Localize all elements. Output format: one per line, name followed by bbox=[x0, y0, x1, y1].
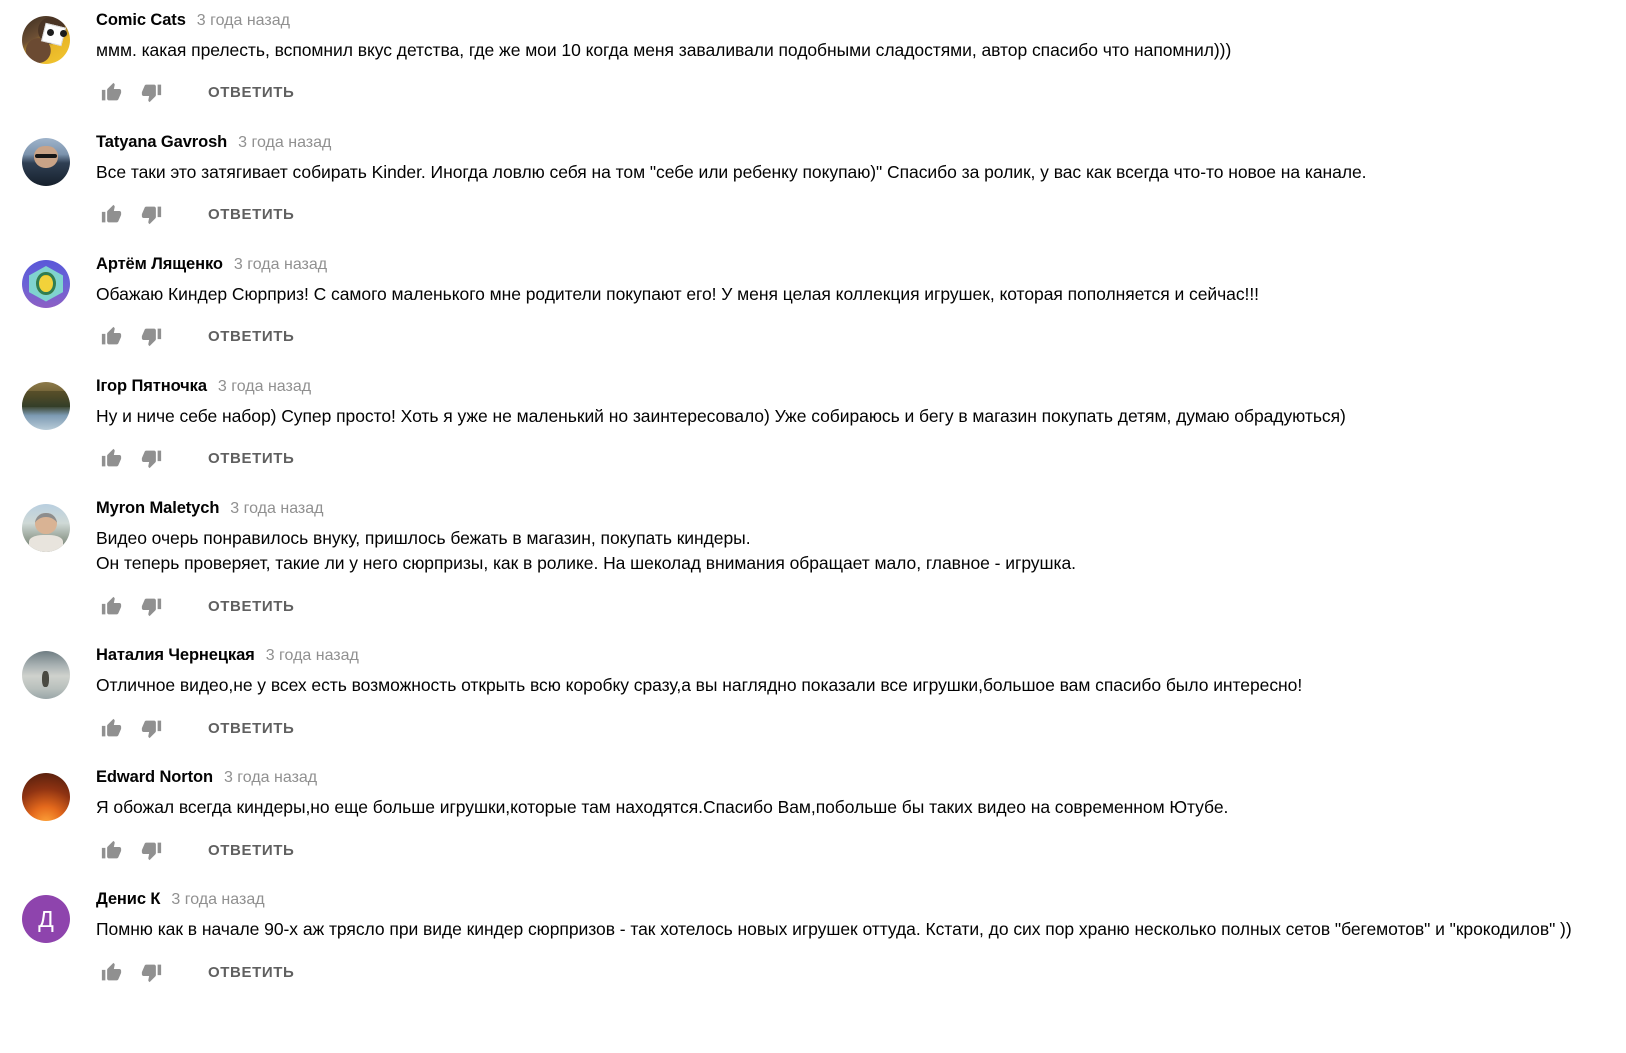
reply-button[interactable]: ОТВЕТИТЬ bbox=[208, 843, 294, 858]
comment-body: Myron Maletych 3 года назад Видео очерь … bbox=[96, 496, 1626, 644]
thumbs-up-icon[interactable] bbox=[96, 322, 126, 352]
avatar[interactable] bbox=[22, 773, 70, 822]
comment-timestamp[interactable]: 3 года назад bbox=[230, 500, 323, 517]
thumbs-up-icon[interactable] bbox=[96, 200, 126, 230]
comment-body: Артём Лященко 3 года назад Обажаю Киндер… bbox=[96, 252, 1626, 374]
comment-body: Edward Norton 3 года назад Я обожал всег… bbox=[96, 765, 1626, 887]
thumbs-up-icon[interactable] bbox=[96, 957, 126, 987]
avatar[interactable] bbox=[22, 651, 70, 700]
comment-text: Обажаю Киндер Сюрприз! С самого маленько… bbox=[96, 283, 1259, 304]
comment-text: Отличное видео,не у всех есть возможност… bbox=[96, 675, 1303, 696]
reply-button[interactable]: ОТВЕТИТЬ bbox=[208, 329, 294, 344]
comment-header: Edward Norton 3 года назад bbox=[96, 769, 1626, 786]
comment-timestamp[interactable]: 3 года назад bbox=[197, 13, 290, 29]
comment-text: Помню как в начале 90-х аж трясло при ви… bbox=[96, 919, 1572, 940]
avatar[interactable] bbox=[22, 381, 70, 430]
reply-button[interactable]: ОТВЕТИТЬ bbox=[208, 599, 294, 614]
thumbs-down-icon[interactable] bbox=[136, 200, 166, 230]
comment-header: Comic Cats 3 года назад bbox=[96, 12, 1626, 29]
thumbs-down-icon[interactable] bbox=[136, 835, 166, 865]
comment-actions: ОТВЕТИТЬ bbox=[96, 200, 1626, 230]
comment-author[interactable]: Артём Лященко bbox=[96, 256, 223, 273]
reply-button[interactable]: ОТВЕТИТЬ bbox=[208, 965, 294, 980]
comment-text: Ну и ниче себе набор) Супер просто! Хоть… bbox=[96, 405, 1346, 426]
avatar[interactable] bbox=[22, 259, 70, 308]
comment-actions: ОТВЕТИТЬ bbox=[96, 322, 1626, 352]
comment-text: ммм. какая прелесть, вспомнил вкус детст… bbox=[96, 40, 1232, 60]
comment-thread: Edward Norton 3 года назад Я обожал всег… bbox=[0, 765, 1626, 887]
thumbs-up-icon[interactable] bbox=[96, 713, 126, 743]
avatar[interactable] bbox=[22, 503, 70, 552]
comment-header: Tatyana Gavrosh 3 года назад bbox=[96, 134, 1626, 151]
thumbs-down-icon[interactable] bbox=[136, 591, 166, 621]
comment-actions: ОТВЕТИТЬ bbox=[96, 835, 1626, 865]
thumbs-up-icon[interactable] bbox=[96, 78, 126, 108]
reply-button[interactable]: ОТВЕТИТЬ bbox=[208, 207, 294, 222]
comment-thread: Comic Cats 3 года назад ммм. какая преле… bbox=[0, 8, 1626, 130]
comment-actions: ОТВЕТИТЬ bbox=[96, 591, 1626, 621]
comment-text: Все таки это затягивает собирать Kinder.… bbox=[96, 161, 1367, 182]
comment-timestamp[interactable]: 3 года назад bbox=[224, 770, 317, 786]
comment-author[interactable]: Myron Maletych bbox=[96, 500, 219, 517]
comments-section: Comic Cats 3 года назад ммм. какая преле… bbox=[0, 0, 1626, 1009]
thumbs-down-icon[interactable] bbox=[136, 322, 166, 352]
comment-timestamp[interactable]: 3 года назад bbox=[234, 256, 327, 273]
comment-author[interactable]: Tatyana Gavrosh bbox=[96, 134, 227, 151]
thumbs-down-icon[interactable] bbox=[136, 713, 166, 743]
reply-button[interactable]: ОТВЕТИТЬ bbox=[208, 85, 294, 100]
comment-author[interactable]: Наталия Чернецкая bbox=[96, 647, 255, 664]
comment-header: Артём Лященко 3 года назад bbox=[96, 256, 1626, 273]
comment-thread: Д Денис К 3 года назад Помню как в начал… bbox=[0, 887, 1626, 1009]
avatar[interactable] bbox=[22, 16, 70, 64]
comment-thread: Ігор Пятночка 3 года назад Ну и ниче себ… bbox=[0, 374, 1626, 496]
avatar-initial: Д bbox=[38, 905, 54, 932]
comment-author[interactable]: Comic Cats bbox=[96, 12, 186, 29]
comment-author[interactable]: Денис К bbox=[96, 891, 160, 908]
comment-text: Я обожал всегда киндеры,но еще больше иг… bbox=[96, 797, 1229, 818]
comment-header: Наталия Чернецкая 3 года назад bbox=[96, 647, 1626, 664]
comment-author[interactable]: Edward Norton bbox=[96, 769, 213, 786]
comment-thread: Tatyana Gavrosh 3 года назад Все таки эт… bbox=[0, 130, 1626, 252]
comment-body: Comic Cats 3 года назад ммм. какая преле… bbox=[96, 8, 1626, 130]
avatar[interactable]: Д bbox=[22, 895, 70, 944]
comment-thread: Myron Maletych 3 года назад Видео очерь … bbox=[0, 496, 1626, 644]
thumbs-up-icon[interactable] bbox=[96, 444, 126, 474]
comment-body: Наталия Чернецкая 3 года назад Отличное … bbox=[96, 643, 1626, 765]
reply-button[interactable]: ОТВЕТИТЬ bbox=[208, 721, 294, 736]
avatar[interactable] bbox=[22, 137, 70, 186]
thumbs-down-icon[interactable] bbox=[136, 78, 166, 108]
comment-author[interactable]: Ігор Пятночка bbox=[96, 378, 207, 395]
reply-button[interactable]: ОТВЕТИТЬ bbox=[208, 451, 294, 466]
comment-thread: Наталия Чернецкая 3 года назад Отличное … bbox=[0, 643, 1626, 765]
comment-header: Myron Maletych 3 года назад bbox=[96, 500, 1626, 517]
comment-timestamp[interactable]: 3 года назад bbox=[171, 892, 264, 908]
thumbs-up-icon[interactable] bbox=[96, 591, 126, 621]
comment-actions: ОТВЕТИТЬ bbox=[96, 713, 1626, 743]
comment-timestamp[interactable]: 3 года назад bbox=[218, 378, 311, 395]
comment-actions: ОТВЕТИТЬ bbox=[96, 78, 1626, 108]
comment-actions: ОТВЕТИТЬ bbox=[96, 957, 1626, 987]
thumbs-down-icon[interactable] bbox=[136, 444, 166, 474]
comment-timestamp[interactable]: 3 года назад bbox=[266, 648, 359, 664]
comment-actions: ОТВЕТИТЬ bbox=[96, 444, 1626, 474]
comment-header: Ігор Пятночка 3 года назад bbox=[96, 378, 1626, 395]
comment-timestamp[interactable]: 3 года назад bbox=[238, 134, 331, 151]
comment-thread: Артём Лященко 3 года назад Обажаю Киндер… bbox=[0, 252, 1626, 374]
thumbs-up-icon[interactable] bbox=[96, 835, 126, 865]
comment-body: Денис К 3 года назад Помню как в начале … bbox=[96, 887, 1626, 1009]
comment-body: Ігор Пятночка 3 года назад Ну и ниче себ… bbox=[96, 374, 1626, 496]
comment-header: Денис К 3 года назад bbox=[96, 891, 1626, 908]
thumbs-down-icon[interactable] bbox=[136, 957, 166, 987]
comment-text: Видео очерь понравилось внуку, пришлось … bbox=[96, 527, 1076, 574]
comment-body: Tatyana Gavrosh 3 года назад Все таки эт… bbox=[96, 130, 1626, 252]
